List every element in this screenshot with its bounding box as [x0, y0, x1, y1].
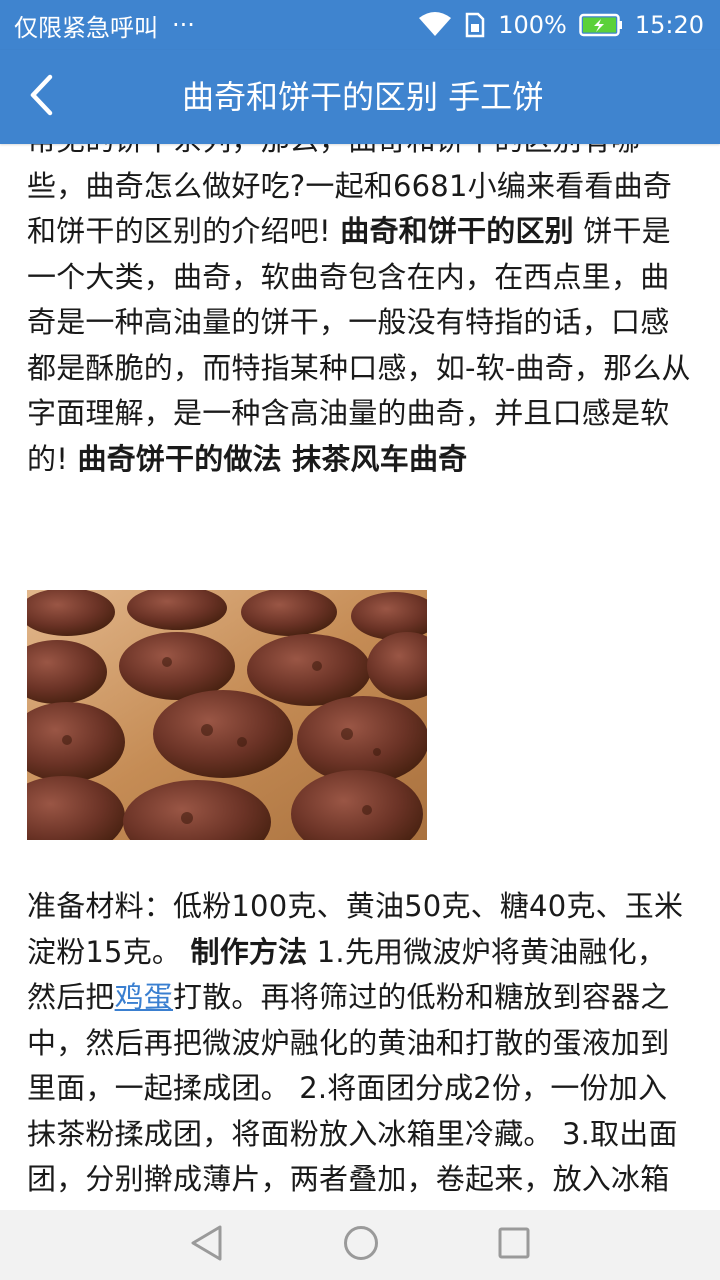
article-bold-heading: 曲奇和饼干的区别	[340, 214, 574, 248]
system-nav-bar	[0, 1210, 720, 1280]
wifi-icon	[418, 12, 452, 38]
chevron-left-icon	[28, 73, 54, 121]
article-text: 常见的饼干系列，那么，曲奇和饼干的区别有哪	[27, 144, 640, 157]
sim-card-icon	[464, 12, 486, 38]
carrier-text: 仅限紧急呼叫	[14, 13, 158, 42]
clock: 15:20	[634, 11, 704, 39]
status-left: 仅限紧急呼叫 ···	[14, 8, 195, 43]
app-bar: 曲奇和饼干的区别 手工饼	[0, 50, 720, 144]
back-button[interactable]	[0, 50, 82, 144]
article-scroll-area[interactable]: 常见的饼干系列，那么，曲奇和饼干的区别有哪些，曲奇怎么做好吃?一起和6681小编…	[0, 144, 720, 1210]
article-text: 饼干是一个大类，曲奇，软曲奇包含在内，在西点里，曲奇是一种高油量的饼干，一般没有…	[27, 214, 691, 476]
paragraph-intro: 常见的饼干系列，那么，曲奇和饼干的区别有哪些，曲奇怎么做好吃?一起和6681小编…	[27, 144, 693, 482]
battery-percent: 100%	[498, 11, 567, 39]
page-title: 曲奇和饼干的区别 手工饼	[182, 78, 542, 116]
status-right: 100% 15:20	[418, 11, 704, 39]
more-notifications: ···	[172, 11, 195, 39]
article-body: 常见的饼干系列，那么，曲奇和饼干的区别有哪些，曲奇怎么做好吃?一起和6681小编…	[27, 144, 693, 1210]
cookie-photo[interactable]	[27, 590, 427, 840]
battery-charging-icon	[579, 13, 623, 37]
article-bold-heading: 曲奇饼干的做法 抹茶风车曲奇	[77, 441, 468, 476]
article-bold-heading: 制作方法	[190, 934, 308, 969]
paragraph-recipe: 准备材料：低粉100克、黄油50克、糖40克、玉米淀粉15克。 制作方法 1.先…	[27, 884, 693, 1210]
article-text: 打散。再将筛过的低粉和糖放到容器之中，然后再把微波炉融化的黄油和打散的蛋液加到里…	[27, 980, 678, 1210]
square-recent-icon[interactable]	[497, 1226, 531, 1264]
status-bar: 仅限紧急呼叫 ··· 100% 15:20	[0, 0, 720, 50]
egg-link[interactable]: 鸡蛋	[115, 980, 173, 1014]
cookie-illustration	[27, 590, 427, 840]
circle-home-icon[interactable]	[342, 1224, 380, 1266]
triangle-back-icon[interactable]	[189, 1224, 225, 1266]
